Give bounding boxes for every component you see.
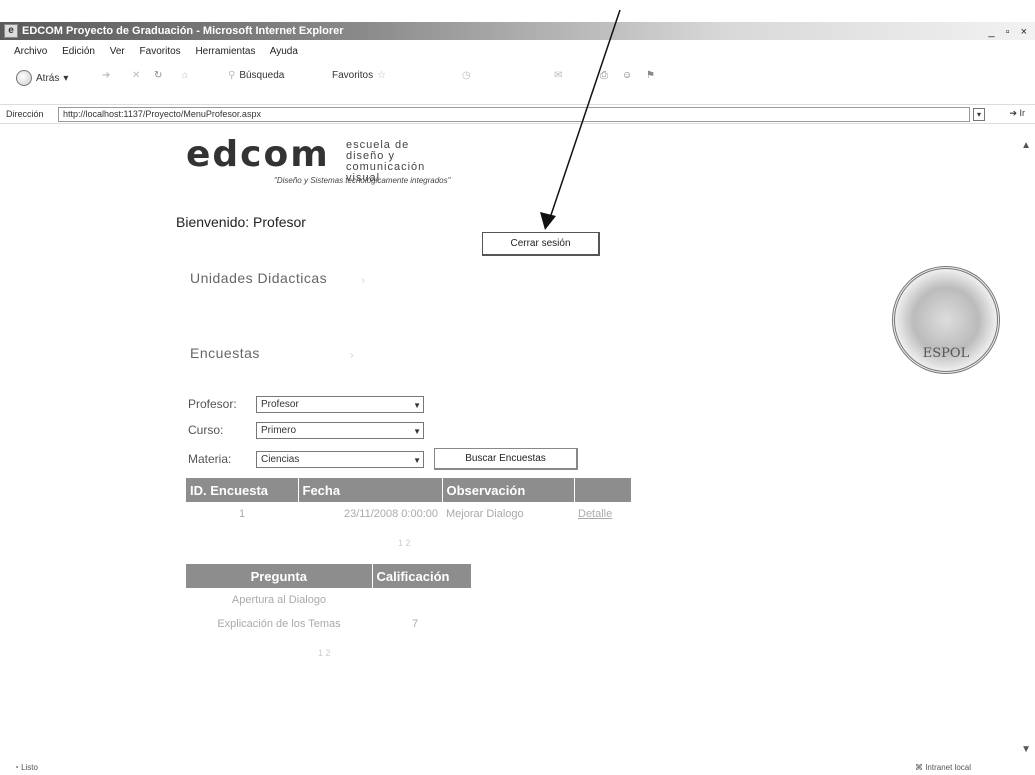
menu-unidades-didacticas[interactable]: Unidades Didacticas › xyxy=(190,270,365,286)
arrow-shaft xyxy=(549,9,621,219)
encuestas-label: Encuestas xyxy=(190,345,260,361)
column-header-detalle xyxy=(574,478,632,502)
status-right: ⌘ Intranet local xyxy=(915,763,971,772)
cell-observacion: Mejorar Dialogo xyxy=(446,508,524,520)
table-header-row: Pregunta Calificación xyxy=(186,564,472,588)
espol-seal: ESPOL xyxy=(892,266,1000,374)
menu-encuestas[interactable]: Encuestas › xyxy=(190,345,354,361)
chevron-down-icon: ▼ xyxy=(413,427,421,436)
unidades-label: Unidades Didacticas xyxy=(190,270,328,286)
seal-text: ESPOL xyxy=(922,346,970,361)
cell-pregunta: Explicación de los Temas xyxy=(217,618,341,630)
cell-fecha: 23/11/2008 0:00:00 xyxy=(344,508,438,520)
cell-pregunta: Apertura al Dialogo xyxy=(231,594,327,606)
column-header-pregunta: Pregunta xyxy=(186,564,373,588)
column-header-id: ID. Encuesta xyxy=(186,478,299,502)
scroll-down-icon[interactable]: ▼ xyxy=(1021,744,1031,755)
encuestas-pager[interactable]: 1 2 xyxy=(398,538,411,548)
detalle-link[interactable]: Detalle xyxy=(578,508,612,520)
profesor-label: Profesor: xyxy=(188,397,237,411)
intranet-icon: ⌘ xyxy=(914,763,923,772)
submenu-arrow-icon: › xyxy=(350,350,355,361)
cell-id: 1 xyxy=(238,508,246,520)
preguntas-table: Pregunta Calificación Apertura al Dialog… xyxy=(186,564,472,636)
preguntas-pager[interactable]: 1 2 xyxy=(318,648,331,658)
column-header-fecha: Fecha xyxy=(298,478,443,502)
table-row: 1 23/11/2008 0:00:00 Mejorar Dialogo Det… xyxy=(186,502,632,526)
curso-select[interactable]: Primero ▼ xyxy=(256,422,424,439)
status-left: ◔ Listo xyxy=(14,763,38,772)
page-done-icon: ◔ xyxy=(14,763,19,772)
cell-calificacion: 7 xyxy=(412,618,419,630)
table-row: Apertura al Dialogo xyxy=(186,588,472,612)
arrow-head-icon xyxy=(540,212,556,230)
chevron-down-icon: ▼ xyxy=(413,401,421,410)
column-header-observacion: Observación xyxy=(442,478,575,502)
curso-label: Curso: xyxy=(188,423,224,437)
chevron-down-icon: ▼ xyxy=(413,456,421,465)
encuestas-table: ID. Encuesta Fecha Observación 1 23/11/2… xyxy=(186,478,632,526)
table-header-row: ID. Encuesta Fecha Observación xyxy=(186,478,632,502)
curso-value: Primero xyxy=(261,425,297,436)
scroll-up-icon[interactable]: ▲ xyxy=(1021,140,1031,151)
status-text: Listo xyxy=(21,763,38,772)
status-bar: ◔ Listo ⌘ Intranet local xyxy=(0,762,1035,775)
profesor-select[interactable]: Profesor ▼ xyxy=(256,396,424,413)
cell-calificacion xyxy=(372,588,472,612)
materia-select[interactable]: Ciencias ▼ xyxy=(256,451,424,468)
zone-text: Intranet local xyxy=(925,763,971,772)
profesor-value: Profesor xyxy=(261,399,299,410)
column-header-calificacion: Calificación xyxy=(372,564,472,588)
materia-value: Ciencias xyxy=(261,454,300,465)
annotation-arrow xyxy=(540,9,621,230)
materia-label: Materia: xyxy=(188,452,232,466)
submenu-arrow-icon: › xyxy=(361,275,366,286)
table-row: Explicación de los Temas 7 xyxy=(186,612,472,636)
buscar-encuestas-button[interactable]: Buscar Encuestas xyxy=(434,448,578,470)
